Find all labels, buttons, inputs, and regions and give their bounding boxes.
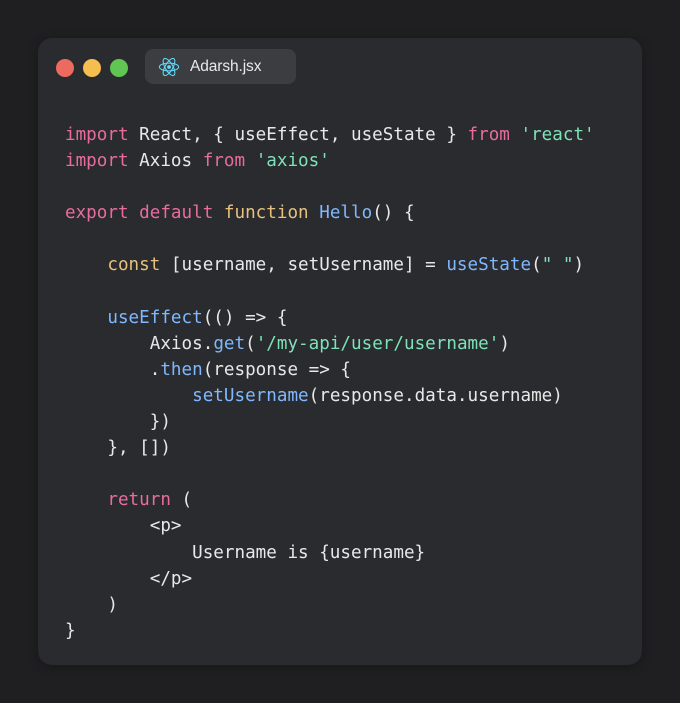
code-token-keyword: export	[65, 203, 129, 224]
file-tab-label: Adarsh.jsx	[190, 57, 262, 75]
code-token-text: }, [])	[107, 438, 171, 459]
code-token-text: (	[170, 490, 193, 511]
code-token-method: setUsername	[192, 385, 309, 406]
code-token-keyword: default	[139, 203, 214, 224]
code-token-text: () {	[372, 203, 415, 224]
code-token-text: React, { useEffect, useState }	[128, 125, 468, 145]
code-line: setUsername(response.data.username)	[65, 383, 595, 409]
code-window: Adarsh.jsx import React, { useEffect, us…	[38, 38, 642, 665]
code-token-function-name: const	[107, 255, 161, 276]
code-line: import React, { useEffect, useState } fr…	[65, 122, 595, 148]
code-token-text: )	[573, 255, 585, 276]
code-token-text: })	[149, 412, 171, 433]
code-token-text: (	[531, 255, 542, 276]
code-token-text: (() => {	[202, 307, 288, 328]
code-token-method: get	[213, 333, 246, 354]
code-token-string: 'react'	[520, 125, 595, 145]
code-token-text: Axios	[128, 151, 203, 172]
code-line: const [username, setUsername] = useState…	[65, 252, 595, 278]
minimize-dot[interactable]	[83, 59, 101, 77]
file-tab[interactable]: Adarsh.jsx	[145, 49, 296, 84]
code-token-text: </p>	[149, 568, 193, 589]
code-token-text: (	[245, 333, 256, 354]
code-line: })	[65, 409, 595, 435]
code-token-text: <p>	[149, 516, 182, 537]
code-token-keyword: from	[467, 125, 510, 145]
maximize-dot[interactable]	[110, 59, 128, 77]
code-line: export default function Hello() {	[65, 200, 595, 226]
code-token-string: 'axios'	[255, 151, 330, 172]
code-token-string: '/my-api/user/username'	[255, 333, 500, 354]
code-token-text: (response.data.username)	[308, 385, 563, 406]
code-token-keyword: from	[202, 151, 246, 172]
code-token-text: )	[499, 333, 510, 354]
code-token-string: " "	[541, 255, 574, 276]
react-icon	[158, 56, 180, 78]
code-token-keyword: import	[65, 125, 129, 145]
code-line: return (	[65, 487, 595, 513]
code-token-method: then	[160, 359, 203, 380]
code-line: <p>	[65, 513, 595, 539]
code-token-text: )	[107, 594, 118, 615]
code-token-text: (response => {	[202, 359, 352, 380]
code-line: .then(response => {	[65, 357, 595, 383]
code-line: useEffect(() => {	[65, 305, 595, 331]
code-token-text: Username is {username}	[192, 542, 426, 563]
code-line: Axios.get('/my-api/user/username')	[65, 331, 595, 357]
code-line: </p>	[65, 566, 595, 592]
canvas-background: Adarsh.jsx import React, { useEffect, us…	[0, 0, 680, 703]
code-block: import React, { useEffect, useState } fr…	[65, 122, 595, 644]
code-line: import Axios from 'axios'	[65, 148, 595, 174]
code-token-method: useEffect	[107, 307, 203, 328]
code-token-text: [username, setUsername] =	[160, 255, 447, 276]
code-line: )	[65, 592, 595, 618]
code-token-text: .	[149, 359, 161, 380]
code-line: }, [])	[65, 435, 595, 461]
code-token-text: Axios.	[149, 333, 214, 354]
close-dot[interactable]	[56, 59, 74, 77]
code-token-method: Hello	[319, 203, 373, 224]
code-line: }	[65, 618, 595, 644]
code-token-method: useState	[446, 255, 532, 276]
code-token-keyword: return	[107, 490, 171, 511]
traffic-lights	[56, 59, 128, 77]
code-line: Username is {username}	[65, 540, 595, 566]
code-token-text: }	[65, 620, 76, 641]
code-token-keyword: import	[65, 151, 129, 172]
code-token-function-name: function	[223, 203, 309, 224]
